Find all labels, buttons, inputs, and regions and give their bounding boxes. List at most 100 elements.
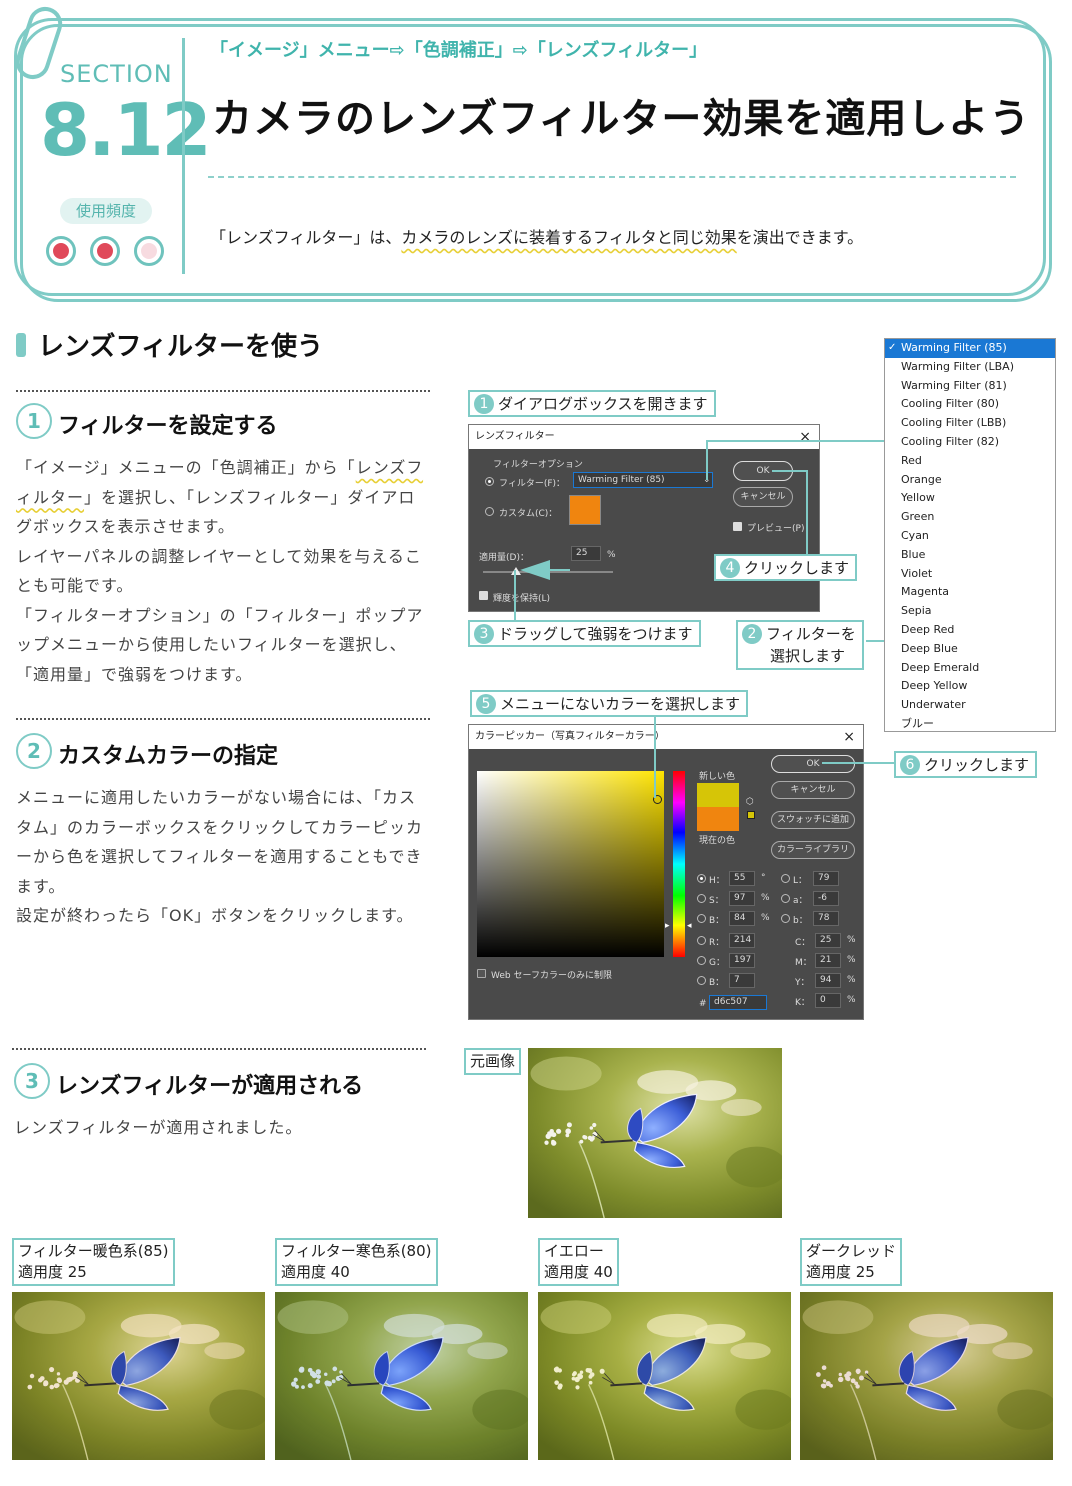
divider	[16, 718, 430, 720]
filter-menu-item[interactable]: Green	[885, 508, 1055, 527]
hex-input[interactable]: d6c507	[709, 995, 767, 1010]
callout-6: 6 クリックします	[894, 751, 1037, 778]
filter-amount: 適用度 25	[806, 1262, 896, 1283]
color-libraries-button[interactable]: カラーライブラリ	[771, 841, 855, 859]
color-value-unit: %	[847, 955, 856, 965]
filter-menu-item[interactable]: Deep Red	[885, 621, 1055, 640]
hex-label: #	[699, 999, 707, 1009]
hue-slider-right-arrow: ◂	[687, 921, 692, 931]
filter-menu-item[interactable]: Yellow	[885, 489, 1055, 508]
color-mode-radio[interactable]	[697, 874, 706, 883]
filter-menu-item[interactable]: Deep Emerald	[885, 659, 1055, 678]
original-image-label: 元画像	[464, 1048, 521, 1075]
filter-select[interactable]: Warming Filter (85)	[573, 472, 713, 488]
color-mode-radio[interactable]	[697, 976, 706, 985]
filter-menu-item[interactable]: Blue	[885, 546, 1055, 565]
filter-example-label: ダークレッド 適用度 25	[800, 1238, 902, 1286]
filter-radio[interactable]	[485, 477, 494, 486]
lens-filter-dialog: レンズフィルター × フィルターオプション フィルター(F)： Warming F…	[468, 424, 820, 612]
preserve-label: 輝度を保持(L)	[493, 591, 550, 604]
breadcrumb: 「イメージ」メニュー⇨「色調補正」⇨「レンズフィルター」	[210, 36, 707, 62]
filter-menu-item[interactable]: ブルー	[885, 715, 1055, 734]
filter-menu-item[interactable]: Magenta	[885, 583, 1055, 602]
ok-button[interactable]: OK	[771, 755, 855, 773]
add-to-swatches-button[interactable]: スウォッチに追加	[771, 811, 855, 829]
color-value-label: K：	[795, 995, 810, 1008]
color-value-unit: °	[761, 873, 766, 883]
filter-menu-item[interactable]: Cooling Filter (82)	[885, 433, 1055, 452]
section-title: レンズフィルターを使う	[38, 326, 323, 363]
callout-3: 3 ドラッグして強弱をつけます	[468, 620, 701, 647]
section-marker	[16, 333, 26, 357]
color-value-input[interactable]: 197	[729, 953, 755, 968]
hue-slider[interactable]	[673, 771, 685, 957]
color-value-input[interactable]: -6	[813, 891, 839, 906]
filter-menu-item[interactable]: Warming Filter (81)	[885, 377, 1055, 396]
color-value-input[interactable]: 84	[729, 911, 755, 926]
preserve-checkbox[interactable]	[479, 591, 488, 600]
color-value-input[interactable]: 55	[729, 871, 755, 886]
color-mode-radio[interactable]	[697, 894, 706, 903]
filter-menu-item[interactable]: ✓ Warming Filter (85)	[885, 339, 1055, 358]
close-icon[interactable]: ×	[843, 725, 855, 749]
custom-color-swatch[interactable]	[569, 495, 601, 525]
color-value-input[interactable]: 21	[815, 953, 841, 968]
color-mode-radio[interactable]	[697, 956, 706, 965]
color-value-label: B：	[709, 975, 724, 988]
color-value-input[interactable]: 94	[815, 973, 841, 988]
color-mode-radio[interactable]	[697, 936, 706, 945]
filter-example-label: イエロー 適用度 40	[538, 1238, 619, 1286]
color-value-input[interactable]: 214	[729, 933, 755, 948]
web-only-label: Web セーフカラーのみに制限	[491, 968, 612, 981]
callout-5: 5 メニューにないカラーを選択します	[470, 690, 748, 717]
color-value-input[interactable]: 25	[815, 933, 841, 948]
filter-menu-item[interactable]: Red	[885, 452, 1055, 471]
filter-menu-item[interactable]: Sepia	[885, 602, 1055, 621]
new-color-label: 新しい色	[699, 769, 735, 782]
color-value-label: C：	[795, 935, 810, 948]
step-body: レンズフィルターが適用されました。	[14, 1113, 430, 1143]
original-photo	[528, 1048, 782, 1218]
callout-1: 1 ダイアログボックスを開きます	[468, 390, 716, 417]
filter-menu-item[interactable]: Cyan	[885, 527, 1055, 546]
preview-checkbox[interactable]	[733, 522, 742, 531]
color-mode-radio[interactable]	[781, 874, 790, 883]
close-icon[interactable]: ×	[799, 425, 811, 449]
custom-radio[interactable]	[485, 507, 494, 516]
drag-arrow-icon	[520, 560, 550, 580]
step-title: カスタムカラーの指定	[58, 738, 278, 770]
filter-menu-item[interactable]: Violet	[885, 565, 1055, 584]
amount-input[interactable]: 25	[571, 546, 601, 561]
web-safe-swatch[interactable]	[747, 811, 755, 819]
filter-menu-item[interactable]: Deep Blue	[885, 640, 1055, 659]
color-field[interactable]	[477, 771, 664, 957]
color-value-input[interactable]: 79	[813, 871, 839, 886]
callout-connector	[706, 440, 708, 480]
color-value-input[interactable]: 7	[729, 973, 755, 988]
color-mode-radio[interactable]	[781, 894, 790, 903]
color-value-input[interactable]: 0	[815, 993, 841, 1008]
callout-connector	[550, 569, 570, 571]
filter-menu-item[interactable]: Warming Filter (LBA)	[885, 358, 1055, 377]
filter-menu-item[interactable]: Deep Yellow	[885, 677, 1055, 696]
filtered-photo	[275, 1292, 528, 1460]
web-only-checkbox[interactable]	[477, 969, 486, 978]
new-color-swatch	[697, 783, 739, 807]
color-mode-radio[interactable]	[697, 914, 706, 923]
color-value-label: B：	[709, 913, 724, 926]
filter-menu-item[interactable]: Underwater	[885, 696, 1055, 715]
color-value-input[interactable]: 97	[729, 891, 755, 906]
filter-menu-item[interactable]: Cooling Filter (LBB)	[885, 414, 1055, 433]
color-mode-radio[interactable]	[781, 914, 790, 923]
cancel-button[interactable]: キャンセル	[733, 487, 793, 507]
step-title: レンズフィルターが適用される	[56, 1068, 363, 1100]
filter-menu-item[interactable]: Orange	[885, 471, 1055, 490]
color-value-unit: %	[761, 893, 770, 903]
filtered-photo	[12, 1292, 265, 1460]
color-value-input[interactable]: 78	[813, 911, 839, 926]
filter-menu-item[interactable]: Cooling Filter (80)	[885, 395, 1055, 414]
filter-menu-item-label: Warming Filter (85)	[901, 341, 1007, 354]
cancel-button[interactable]: キャンセル	[771, 781, 855, 799]
page-title: カメラのレンズフィルター効果を適用しよう	[212, 86, 1030, 144]
callout-connector	[706, 440, 884, 442]
